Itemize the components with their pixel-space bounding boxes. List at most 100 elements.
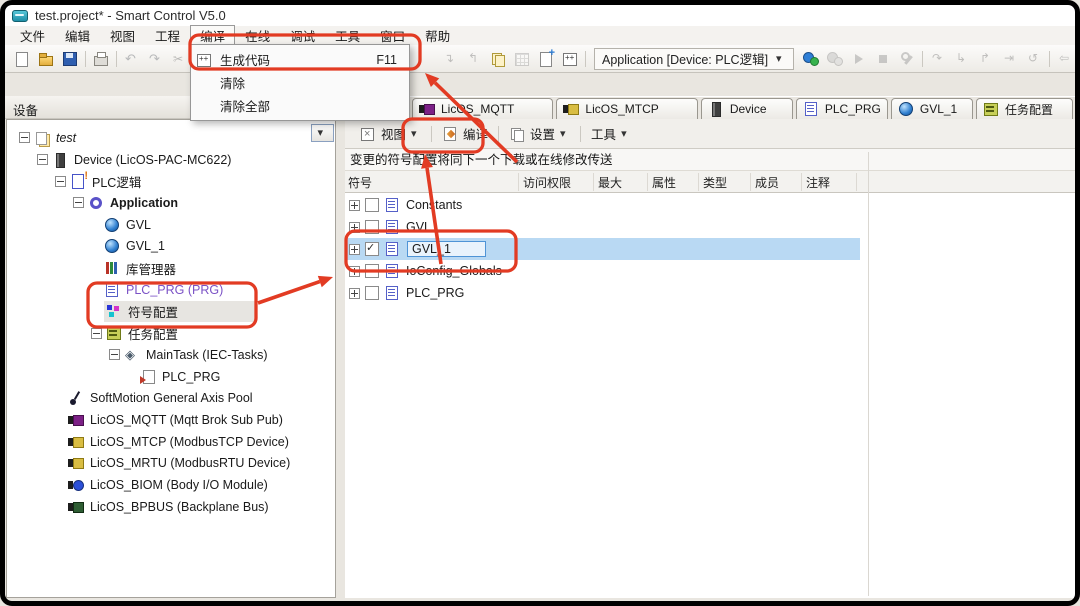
- step-into-icon: [954, 51, 970, 67]
- toolbar-grid-options-button[interactable]: [510, 48, 534, 70]
- menu-item-clean-all[interactable]: 清除全部: [191, 94, 409, 117]
- column-header: 属性: [652, 174, 676, 191]
- tree-item-task-configuration[interactable]: 任务配置: [9, 322, 333, 344]
- toolbar-open-project-button[interactable]: [34, 48, 58, 70]
- menu-item-view[interactable]: 视图: [100, 25, 145, 46]
- tab-licos-mtcp[interactable]: LicOS_MTCP: [556, 98, 697, 119]
- toolbar-logout-button[interactable]: [823, 48, 847, 70]
- menu-item-build[interactable]: 编译: [190, 25, 235, 46]
- toolbar-new-file-button[interactable]: [10, 48, 34, 70]
- settings-button[interactable]: 设置: [502, 122, 577, 145]
- tree-item-application[interactable]: Application: [9, 192, 333, 214]
- menu-item-help[interactable]: 帮助: [415, 25, 460, 46]
- tree-item-plc-prg-pou[interactable]: PLC_PRG (PRG): [9, 279, 333, 301]
- menu-item-generate-code[interactable]: 生成代码F11: [191, 48, 409, 71]
- symbol-checkbox[interactable]: [365, 198, 379, 212]
- tab-task-config[interactable]: 任务配置: [976, 98, 1073, 119]
- tab-device[interactable]: Device: [701, 98, 793, 119]
- toolbar-step-out-button[interactable]: [974, 48, 998, 70]
- expand-toggle[interactable]: [349, 288, 360, 299]
- expand-toggle[interactable]: [91, 328, 102, 339]
- tree-filter-dropdown[interactable]: [311, 124, 334, 142]
- toolbar-step-into-button[interactable]: [950, 48, 974, 70]
- tree-item-licos-bpbus[interactable]: LicOS_BPBUS (Backplane Bus): [9, 496, 333, 518]
- symbol-row-constants[interactable]: Constants: [345, 194, 860, 216]
- symbol-name: IoConfig_Globals: [406, 264, 502, 278]
- tab-plc-prg[interactable]: PLC_PRG: [796, 98, 888, 119]
- toolbar-run-to-cursor-button[interactable]: [998, 48, 1022, 70]
- tree-item-maintask[interactable]: MainTask (IEC-Tasks): [9, 344, 333, 366]
- toolbar-stop-button[interactable]: [871, 48, 895, 70]
- tools-button[interactable]: 工具: [584, 122, 638, 145]
- expand-toggle[interactable]: [349, 222, 360, 233]
- symbol-checkbox[interactable]: [365, 264, 379, 278]
- toolbar-undo-button[interactable]: [120, 48, 144, 70]
- toolbar-save-button[interactable]: [58, 48, 82, 70]
- expand-toggle[interactable]: [349, 266, 360, 277]
- toolbar-print-button[interactable]: [89, 48, 113, 70]
- menu-item-clean[interactable]: 清除: [191, 71, 409, 94]
- expand-toggle[interactable]: [19, 132, 30, 143]
- menu-item-label: 清除: [220, 73, 381, 92]
- toolbar-build-wrench-button[interactable]: [895, 48, 919, 70]
- tree-item-plc-logic[interactable]: PLC逻辑: [9, 170, 333, 192]
- toolbar-redo-button[interactable]: [144, 48, 168, 70]
- symbol-checkbox[interactable]: [365, 286, 379, 300]
- symbol-checkbox[interactable]: [365, 220, 379, 234]
- tree-item-label: LicOS_MQTT (Mqtt Brok Sub Pub): [90, 413, 283, 427]
- tree-item-maintask-plc-prg[interactable]: PLC_PRG: [9, 366, 333, 388]
- symbol-checkbox[interactable]: [365, 242, 379, 256]
- toolbar-prev-message-button[interactable]: [462, 48, 486, 70]
- tree-item-softmotion-axis-pool[interactable]: SoftMotion General Axis Pool: [9, 387, 333, 409]
- tab-gvl-1[interactable]: GVL_1: [891, 98, 973, 119]
- menu-item-file[interactable]: 文件: [10, 25, 55, 46]
- symbol-row-plc-prg[interactable]: PLC_PRG: [345, 282, 860, 304]
- button-label: 编译: [463, 124, 488, 143]
- toolbar-cut-button[interactable]: [168, 48, 192, 70]
- expand-toggle[interactable]: [109, 349, 120, 360]
- tree-item-symbol-configuration[interactable]: 符号配置: [9, 301, 333, 323]
- tree-item-test[interactable]: test: [9, 127, 333, 149]
- symbol-row-ioconfig-globals[interactable]: IoConfig_Globals: [345, 260, 860, 282]
- menu-item-project[interactable]: 工程: [145, 25, 190, 46]
- menu-item-debug[interactable]: 调试: [280, 25, 325, 46]
- expand-toggle[interactable]: [73, 197, 84, 208]
- expand-toggle[interactable]: [349, 244, 360, 255]
- expand-toggle[interactable]: [55, 176, 66, 187]
- toolbar-input-assistant-button[interactable]: [558, 48, 582, 70]
- toolbar-step-over-button[interactable]: [926, 48, 950, 70]
- symbol-row-gvl[interactable]: GVL: [345, 216, 860, 238]
- menu-item-online[interactable]: 在线: [235, 25, 280, 46]
- menu-item-tools[interactable]: 工具: [325, 25, 370, 46]
- symbol-row-gvl-1[interactable]: GVL_1: [345, 238, 860, 260]
- task-config-icon: [106, 325, 122, 341]
- toolbar-start-button[interactable]: [847, 48, 871, 70]
- menu-item-window[interactable]: 窗口: [370, 25, 415, 46]
- menu-item-edit[interactable]: 编辑: [55, 25, 100, 46]
- toolbar-next-message-button[interactable]: [438, 48, 462, 70]
- view-button[interactable]: 视图: [353, 122, 428, 145]
- tree-item-licos-mqtt[interactable]: LicOS_MQTT (Mqtt Brok Sub Pub): [9, 409, 333, 431]
- separator: [498, 126, 499, 142]
- toolbar-new-pou-button[interactable]: [534, 48, 558, 70]
- tree-item-licos-biom[interactable]: LicOS_BIOM (Body I/O Module): [9, 474, 333, 496]
- tree-item-library-manager[interactable]: 库管理器: [9, 257, 333, 279]
- tree-item-gvl[interactable]: GVL: [9, 214, 333, 236]
- tree-item-device[interactable]: Device (LicOS-PAC-MC622): [9, 149, 333, 171]
- toolbar-login-button[interactable]: [799, 48, 823, 70]
- build-button[interactable]: 编译: [435, 122, 495, 145]
- toolbar-goto-source-button[interactable]: [1053, 48, 1077, 70]
- symbol-name: Constants: [406, 198, 462, 212]
- tree-item-content: LicOS_MRTU (ModbusRTU Device): [68, 455, 290, 471]
- tab-licos-mqtt[interactable]: LicOS_MQTT: [412, 98, 553, 119]
- tree-item-content: LicOS_MTCP (ModbusTCP Device): [68, 434, 289, 450]
- toolbar-copy-pages-button[interactable]: [486, 48, 510, 70]
- expand-toggle[interactable]: [37, 154, 48, 165]
- tree-item-gvl-1[interactable]: GVL_1: [9, 236, 333, 258]
- active-application-selector[interactable]: Application [Device: PLC逻辑]: [594, 48, 794, 70]
- tree-item-licos-mtcp[interactable]: LicOS_MTCP (ModbusTCP Device): [9, 431, 333, 453]
- menu-item-label: 清除全部: [220, 96, 381, 115]
- expand-toggle[interactable]: [349, 200, 360, 211]
- tree-item-licos-mrtu[interactable]: LicOS_MRTU (ModbusRTU Device): [9, 453, 333, 475]
- toolbar-reset-button[interactable]: [1022, 48, 1046, 70]
